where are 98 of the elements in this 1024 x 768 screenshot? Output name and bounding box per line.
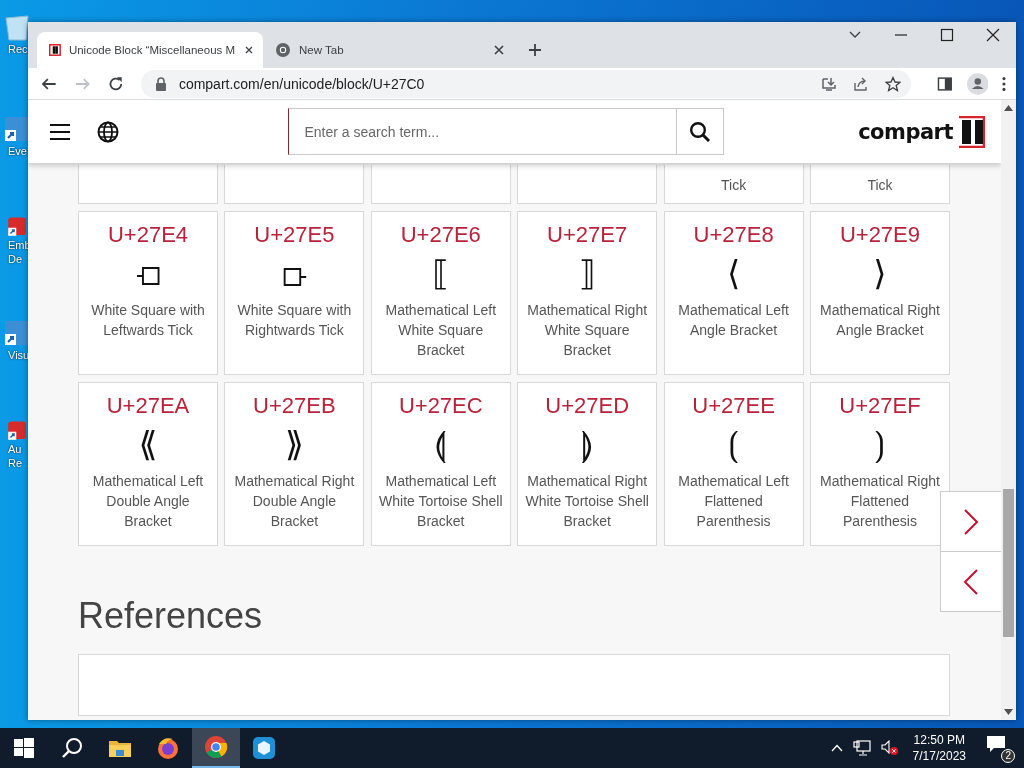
- character-glyph: ⟤: [135, 252, 161, 295]
- search-icon: [61, 737, 83, 759]
- notification-count: 2: [1001, 749, 1015, 763]
- character-glyph: ⟥: [281, 252, 307, 295]
- code-point: U+27E8: [693, 222, 774, 248]
- lock-icon: [154, 76, 167, 91]
- code-point: U+27EA: [106, 393, 190, 419]
- chevron-up-icon[interactable]: [830, 744, 843, 752]
- side-panel-icon[interactable]: [936, 75, 953, 92]
- clock-time[interactable]: 12:50 PM: [913, 732, 965, 748]
- search-button[interactable]: [675, 108, 724, 155]
- character-glyph: ⟩: [873, 252, 887, 295]
- character-glyph: ⟫: [284, 423, 304, 466]
- scroll-up-icon[interactable]: [1004, 105, 1013, 111]
- code-point: U+27E4: [107, 222, 189, 248]
- code-point: U+27EC: [398, 393, 483, 419]
- character-name: Mathematical Right Angle Bracket: [819, 301, 941, 340]
- character-glyph: ⟦: [432, 252, 450, 295]
- character-glyph: ⟪: [138, 423, 158, 466]
- folder-icon: [108, 738, 132, 758]
- character-name: Mathematical Right White Square Bracket: [526, 301, 649, 360]
- character-card[interactable]: U+27EF ⟯ Mathematical Right Flattened Parenthesis: [809, 382, 950, 546]
- scrollbar-thumb[interactable]: [1003, 489, 1014, 637]
- network-icon[interactable]: [852, 740, 871, 756]
- menu-icon[interactable]: [49, 122, 71, 141]
- character-name: Mathematical Left White Square Bracket: [384, 301, 498, 360]
- logo-text[interactable]: compart: [858, 119, 953, 144]
- new-tab-icon[interactable]: [527, 42, 543, 58]
- search-icon: [688, 120, 711, 143]
- notification-icon[interactable]: [986, 735, 1006, 753]
- character-name: White Square with Leftwards Tick: [90, 301, 206, 340]
- character-glyph: ⟭: [580, 423, 594, 466]
- character-card[interactable]: U+27E9 ⟩ Mathematical Right Angle Bracket: [809, 211, 950, 375]
- windows-logo-icon: [14, 738, 34, 758]
- section-heading: References: [78, 594, 264, 638]
- desktop-shortcut-icon[interactable]: [2, 12, 32, 42]
- character-card[interactable]: U+27EA ⟪ Mathematical Left Double Angle Bracket: [78, 382, 218, 546]
- character-name: Mathematical Right White Tortoise Shell Bracket: [524, 472, 650, 531]
- scroll-down-icon[interactable]: [1004, 709, 1013, 715]
- browser-favicon-icon: [275, 42, 291, 58]
- character-name: Mathematical Left Double Angle Bracket: [91, 472, 205, 531]
- character-card[interactable]: U+27ED ⟭ Mathematical Right White Tortoise Shell Bracket: [517, 382, 658, 546]
- character-card[interactable]: Tick: [809, 165, 950, 204]
- character-card[interactable]: U+27EC ⟬ Mathematical Left White Tortoise Shell Bracket: [370, 382, 511, 546]
- code-point: U+27E9: [839, 222, 920, 248]
- character-glyph: ⟮: [728, 423, 740, 466]
- chevron-right-icon: [963, 507, 979, 536]
- site-favicon-icon: [49, 42, 61, 58]
- character-name: Tick: [721, 176, 747, 195]
- character-name: Mathematical Left White Tortoise Shell Bracket: [378, 472, 504, 531]
- code-point: U+27EF: [839, 393, 921, 419]
- search-field[interactable]: Enter a search term...: [287, 108, 676, 155]
- character-card[interactable]: U+27EB ⟫ Mathematical Right Double Angle Bracket: [224, 382, 365, 546]
- chrome-icon: [204, 735, 228, 759]
- clock-date[interactable]: 7/17/2023: [912, 748, 966, 764]
- character-name: Mathematical Right Double Angle Bracket: [233, 472, 356, 531]
- character-glyph: ⟧: [578, 252, 596, 295]
- code-point: U+27E6: [400, 222, 481, 248]
- code-point: U+27E7: [547, 222, 628, 248]
- muted-speaker-icon[interactable]: [880, 740, 899, 756]
- character-name: Mathematical Left Flattened Parenthesis: [677, 472, 790, 531]
- character-glyph: ⟯: [874, 423, 886, 466]
- browser-tab[interactable]: Unicode Block “Miscellaneous M: [37, 32, 263, 68]
- profile-icon[interactable]: [966, 72, 989, 95]
- character-name: Mathematical Left Angle Bracket: [677, 301, 790, 340]
- globe-icon[interactable]: [97, 120, 119, 143]
- chevron-left-icon: [963, 567, 979, 596]
- character-glyph: ⟬: [434, 423, 448, 466]
- character-card[interactable]: Tick: [663, 165, 804, 204]
- character-card[interactable]: U+27E5 ⟥ White Square with Rightwards Tick: [224, 211, 365, 375]
- character-name: Mathematical Right Flattened Parenthesis: [819, 472, 941, 531]
- menu-icon[interactable]: [1002, 75, 1006, 92]
- close-icon[interactable]: [986, 28, 1000, 42]
- star-icon[interactable]: [884, 75, 901, 92]
- code-point: U+27EB: [253, 393, 336, 419]
- character-name: White Square with Rightwards Tick: [236, 301, 353, 340]
- maximize-icon[interactable]: [940, 28, 954, 42]
- logo-mark-icon[interactable]: [957, 115, 985, 148]
- character-name: Tick: [867, 176, 893, 195]
- address-bar[interactable]: compart.com/en/unicode/block/U+27C0: [140, 69, 911, 98]
- tab-title: New Tab: [299, 44, 345, 56]
- browser-tab[interactable]: New Tab: [263, 32, 515, 68]
- code-point: U+27EE: [692, 393, 775, 419]
- share-icon[interactable]: [852, 75, 869, 92]
- scrollbar[interactable]: [1001, 100, 1016, 720]
- character-glyph: ⟨: [726, 252, 741, 295]
- character-card[interactable]: U+27E6 ⟦ Mathematical Left White Square Bracket: [370, 211, 511, 375]
- character-card[interactable]: U+27EE ⟮ Mathematical Left Flattened Parenthesis: [663, 382, 804, 546]
- code-point: U+27E5: [254, 222, 335, 248]
- character-card[interactable]: U+27E7 ⟧ Mathematical Right White Square Bracket: [517, 211, 658, 375]
- character-card[interactable]: U+27E4 ⟤ White Square with Leftwards Tick: [78, 211, 218, 375]
- firefox-icon: [156, 736, 180, 760]
- tab-title: Unicode Block “Miscellaneous M: [68, 44, 236, 56]
- install-icon[interactable]: [820, 75, 837, 92]
- reload-icon[interactable]: [107, 74, 125, 93]
- character-card[interactable]: U+27E8 ⟨ Mathematical Left Angle Bracket: [663, 211, 804, 375]
- code-point: U+27ED: [545, 393, 630, 419]
- cube-app-icon: [252, 736, 276, 760]
